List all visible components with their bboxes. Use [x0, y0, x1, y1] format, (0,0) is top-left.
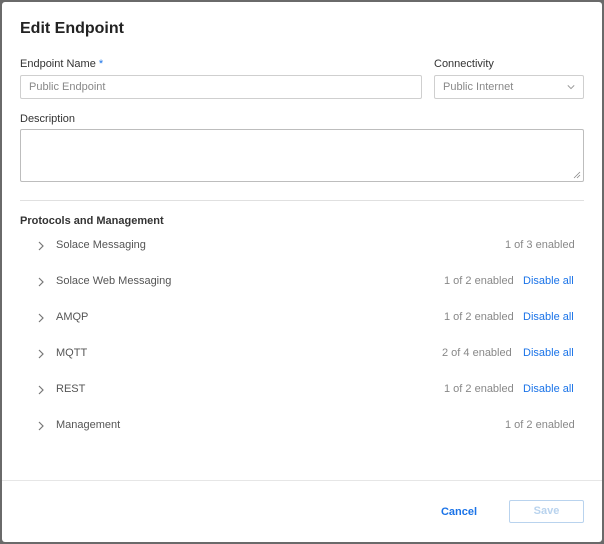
edit-endpoint-dialog: Edit Endpoint Endpoint Name * Public Endp…	[2, 2, 602, 542]
description-textarea[interactable]	[20, 129, 584, 182]
endpoint-name-value: Public Endpoint	[29, 81, 106, 93]
chevron-right-icon[interactable]	[36, 313, 46, 323]
required-marker: *	[98, 58, 104, 70]
protocol-name: Solace Web Messaging	[56, 275, 172, 287]
protocol-enabled-count: 1 of 3 enabled	[505, 239, 575, 251]
protocol-enabled-count: 2 of 4 enabled	[442, 347, 512, 359]
protocol-name: REST	[56, 383, 86, 395]
protocol-row-management[interactable]: Management 1 of 2 enabled	[20, 414, 584, 438]
footer-divider	[2, 480, 602, 481]
chevron-right-icon[interactable]	[36, 385, 46, 395]
save-button[interactable]: Save	[509, 500, 584, 523]
protocol-name: AMQP	[56, 311, 89, 323]
cancel-button[interactable]: Cancel	[430, 502, 488, 522]
protocols-section-title: Protocols and Management	[20, 215, 164, 227]
protocol-enabled-count: 1 of 2 enabled	[444, 275, 514, 287]
endpoint-name-label: Endpoint Name *	[20, 58, 103, 70]
chevron-right-icon[interactable]	[36, 349, 46, 359]
protocol-enabled-count: 1 of 2 enabled	[444, 383, 514, 395]
disable-all-button[interactable]: Disable all	[523, 311, 574, 323]
resize-grip-icon[interactable]	[573, 171, 581, 179]
section-divider	[20, 200, 584, 201]
chevron-right-icon[interactable]	[36, 241, 46, 251]
disable-all-button[interactable]: Disable all	[523, 347, 574, 359]
connectivity-select[interactable]: Public Internet	[434, 75, 584, 99]
chevron-right-icon[interactable]	[36, 277, 46, 287]
chevron-down-icon	[567, 85, 575, 90]
protocol-row-amqp[interactable]: AMQP 1 of 2 enabled Disable all	[20, 306, 584, 330]
protocol-row-rest[interactable]: REST 1 of 2 enabled Disable all	[20, 378, 584, 402]
protocol-name: Solace Messaging	[56, 239, 146, 251]
description-label: Description	[20, 113, 76, 125]
protocol-enabled-count: 1 of 2 enabled	[505, 419, 575, 431]
protocol-row-solace-messaging[interactable]: Solace Messaging 1 of 3 enabled	[20, 234, 584, 258]
protocol-row-solace-web-messaging[interactable]: Solace Web Messaging 1 of 2 enabled Disa…	[20, 270, 584, 294]
chevron-right-icon[interactable]	[36, 421, 46, 431]
protocol-name: MQTT	[56, 347, 88, 359]
disable-all-button[interactable]: Disable all	[523, 383, 574, 395]
protocol-name: Management	[56, 419, 121, 431]
connectivity-label: Connectivity	[434, 58, 494, 70]
dialog-title: Edit Endpoint	[20, 20, 124, 37]
protocol-row-mqtt[interactable]: MQTT 2 of 4 enabled Disable all	[20, 342, 584, 366]
endpoint-name-label-text: Endpoint Name	[20, 58, 96, 70]
connectivity-value: Public Internet	[443, 81, 514, 93]
endpoint-name-input[interactable]: Public Endpoint	[20, 75, 422, 99]
protocol-enabled-count: 1 of 2 enabled	[444, 311, 514, 323]
disable-all-button[interactable]: Disable all	[523, 275, 574, 287]
